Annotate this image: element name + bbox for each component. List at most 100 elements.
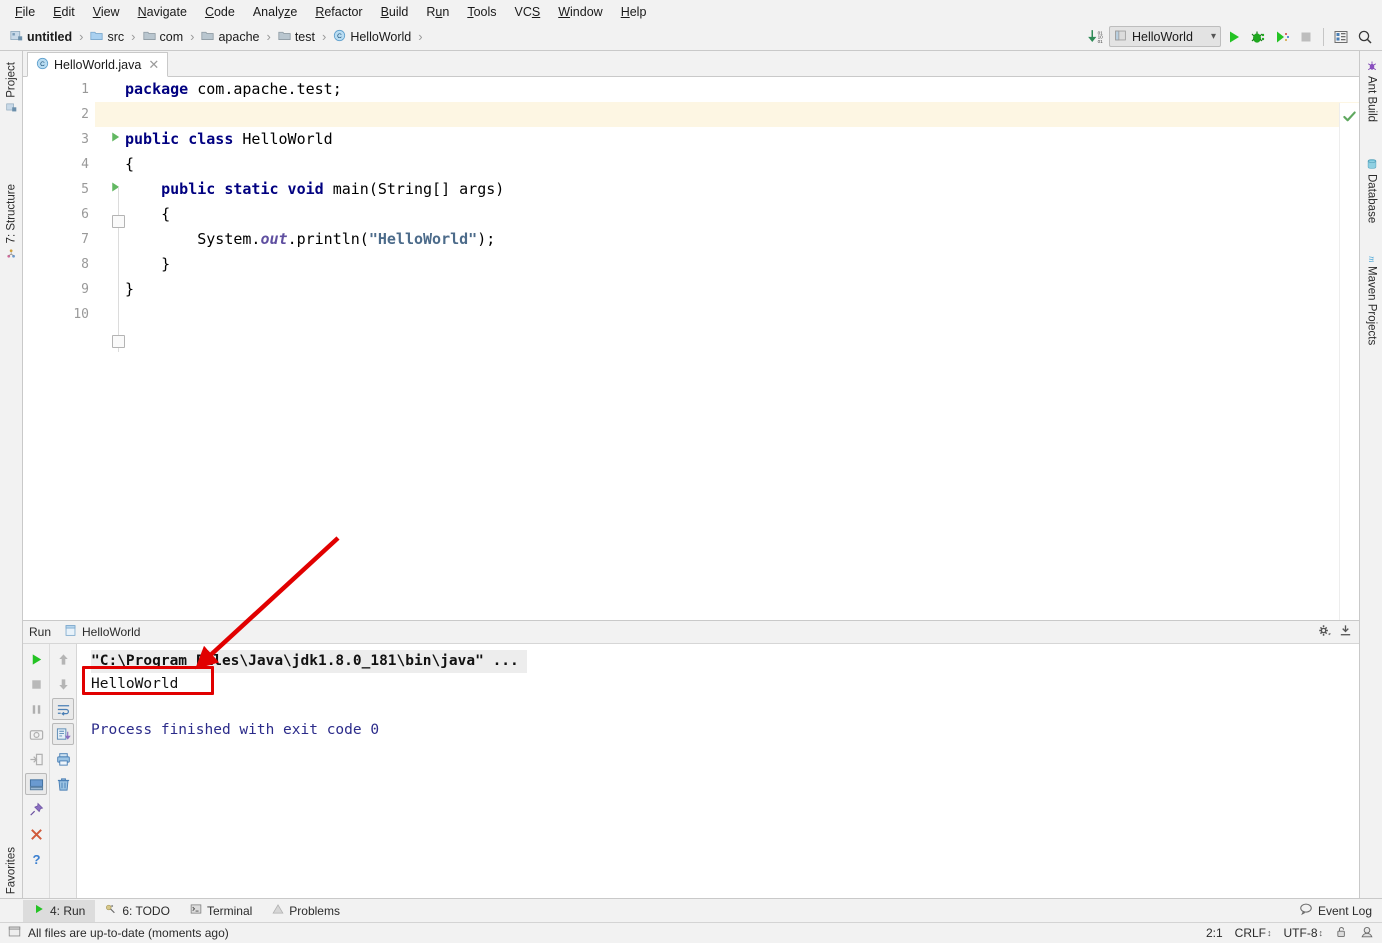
- pin-icon[interactable]: [25, 798, 47, 820]
- line-number: 10: [73, 307, 89, 322]
- hide-panel-icon[interactable]: [1338, 623, 1353, 641]
- sidebar-item-label: Ant Build: [1365, 76, 1378, 123]
- breadcrumb-item-src[interactable]: src: [88, 28, 126, 46]
- close-x-icon[interactable]: [25, 823, 47, 845]
- breadcrumb-item-helloworld[interactable]: C HelloWorld: [331, 28, 413, 46]
- breadcrumb-item-com[interactable]: com: [141, 28, 186, 46]
- encoding-indicator[interactable]: UTF-8 ↕: [1284, 926, 1324, 940]
- main-toolbar: 01 10 01 HelloWorld ▾: [1085, 23, 1382, 50]
- project-module-icon: [10, 29, 23, 45]
- svg-text:C: C: [40, 61, 45, 68]
- soft-wrap-icon[interactable]: [52, 698, 75, 720]
- sidebar-item-maven-projects[interactable]: m Maven Projects: [1360, 247, 1382, 348]
- stop-button[interactable]: [25, 673, 47, 695]
- scroll-end-icon[interactable]: [52, 723, 75, 745]
- editor-gutter[interactable]: 1 2 3 4 5 6 7 8 9 10: [23, 77, 120, 620]
- unlocked-icon[interactable]: [1335, 925, 1348, 942]
- update-project-icon[interactable]: 01 10 01: [1085, 26, 1107, 48]
- search-icon[interactable]: [1354, 26, 1376, 48]
- menu-navigate[interactable]: Navigate: [129, 3, 196, 21]
- run-configuration-selector[interactable]: HelloWorld ▾: [1109, 26, 1221, 47]
- run-button[interactable]: [1223, 26, 1245, 48]
- dump-threads-button[interactable]: [25, 723, 47, 745]
- stop-button[interactable]: [1295, 26, 1317, 48]
- gear-icon[interactable]: [1317, 623, 1332, 641]
- menu-run[interactable]: Run: [417, 3, 458, 21]
- menu-edit[interactable]: Edit: [44, 3, 84, 21]
- menu-build[interactable]: Build: [372, 3, 418, 21]
- code-line: {: [125, 155, 135, 173]
- printer-icon[interactable]: [52, 748, 74, 770]
- console-output[interactable]: "C:\Program Files\Java\jdk1.8.0_181\bin\…: [77, 644, 1359, 899]
- svg-text:m: m: [1367, 256, 1377, 262]
- run-coverage-button[interactable]: [1271, 26, 1293, 48]
- chevron-down-icon[interactable]: ▾: [1211, 31, 1216, 42]
- menu-file[interactable]: File: [6, 3, 44, 21]
- status-bar: All files are up-to-date (moments ago) 2…: [0, 922, 1382, 943]
- editor-tab-helloworld-java[interactable]: C HelloWorld.java ✕: [27, 52, 169, 77]
- structure-icon: [6, 247, 18, 259]
- right-tool-window-strip: Ant Build Database m Maven Projects: [1359, 51, 1382, 898]
- breadcrumb-item-apache[interactable]: apache: [199, 28, 261, 46]
- pause-button[interactable]: [25, 698, 47, 720]
- bottom-tab-todo[interactable]: 6: TODO: [95, 900, 180, 922]
- rerun-button[interactable]: [25, 648, 47, 670]
- run-triangle-icon: [33, 903, 45, 918]
- menu-help[interactable]: Help: [612, 3, 656, 21]
- breadcrumb-item-test[interactable]: test: [276, 28, 317, 46]
- menu-vcs[interactable]: VCS: [506, 3, 550, 21]
- sidebar-item-structure[interactable]: 7: Structure: [0, 181, 23, 262]
- code-editor[interactable]: 1 2 3 4 5 6 7 8 9 10 package com.apache.…: [23, 77, 1359, 620]
- trash-icon[interactable]: [52, 773, 74, 795]
- menu-analyze[interactable]: Analyze: [244, 3, 306, 21]
- code-text[interactable]: package com.apache.test; public class He…: [95, 77, 1359, 620]
- bottom-tab-label: 4: Run: [50, 903, 86, 918]
- line-number: 8: [81, 257, 89, 272]
- terminal-icon: [190, 903, 202, 918]
- code-line: }: [125, 280, 135, 298]
- menu-tools[interactable]: Tools: [458, 3, 505, 21]
- breadcrumb-separator: ›: [321, 29, 327, 44]
- run-panel-tab-helloworld[interactable]: HelloWorld: [59, 623, 145, 641]
- exit-button[interactable]: [25, 748, 47, 770]
- menu-code[interactable]: Code: [196, 3, 244, 21]
- menu-window[interactable]: Window: [549, 3, 611, 21]
- editor-tab-bar: C HelloWorld.java ✕: [23, 51, 1359, 77]
- editor-error-stripe[interactable]: [1339, 103, 1359, 620]
- line-separator-indicator[interactable]: CRLF ↕: [1235, 926, 1272, 940]
- menu-refactor[interactable]: Refactor: [306, 3, 371, 21]
- status-indicators: 2:1 CRLF ↕ UTF-8 ↕: [1206, 925, 1374, 942]
- bottom-tab-label: Problems: [289, 903, 340, 918]
- status-message-area: All files are up-to-date (moments ago): [8, 925, 229, 941]
- run-panel-toolbar-col2: [49, 644, 76, 899]
- breadcrumb-item-untitled[interactable]: untitled: [8, 28, 74, 46]
- bottom-tab-problems[interactable]: Problems: [262, 900, 350, 922]
- breadcrumb-label: com: [159, 29, 184, 44]
- menu-view[interactable]: View: [84, 3, 129, 21]
- inspection-ok-check-icon[interactable]: [1342, 109, 1357, 127]
- console-toggle-button[interactable]: [25, 773, 48, 795]
- maven-icon: m: [1366, 250, 1378, 263]
- bottom-tab-run[interactable]: 4: Run: [23, 899, 96, 922]
- close-icon[interactable]: ✕: [148, 57, 159, 73]
- breadcrumb-separator: ›: [266, 29, 271, 44]
- project-structure-button[interactable]: [1330, 26, 1352, 48]
- event-log-button[interactable]: Event Log: [1299, 902, 1372, 919]
- chevron-updown-icon: ↕: [1267, 928, 1272, 938]
- breadcrumb-separator: ›: [79, 29, 84, 44]
- editor-area: C HelloWorld.java ✕ 1 2 3 4 5 6 7 8 9 10…: [23, 51, 1359, 620]
- line-number: 5: [23, 177, 120, 202]
- arrow-down-icon[interactable]: [52, 673, 74, 695]
- bottom-tab-terminal[interactable]: Terminal: [180, 900, 262, 922]
- sidebar-item-ant-build[interactable]: Ant Build: [1360, 57, 1382, 125]
- debug-button[interactable]: [1247, 26, 1269, 48]
- help-question-icon[interactable]: ?: [25, 848, 47, 870]
- sidebar-item-database[interactable]: Database: [1360, 155, 1382, 226]
- line-number: 6: [81, 207, 89, 222]
- inspector-icon[interactable]: [1360, 925, 1374, 942]
- code-line: package com.apache.test;: [125, 80, 342, 98]
- caret-position[interactable]: 2:1: [1206, 926, 1223, 940]
- sidebar-item-project[interactable]: Project: [0, 59, 23, 116]
- breadcrumb: untitled › src › com › apache › test › C…: [0, 28, 428, 46]
- arrow-up-icon[interactable]: [52, 648, 74, 670]
